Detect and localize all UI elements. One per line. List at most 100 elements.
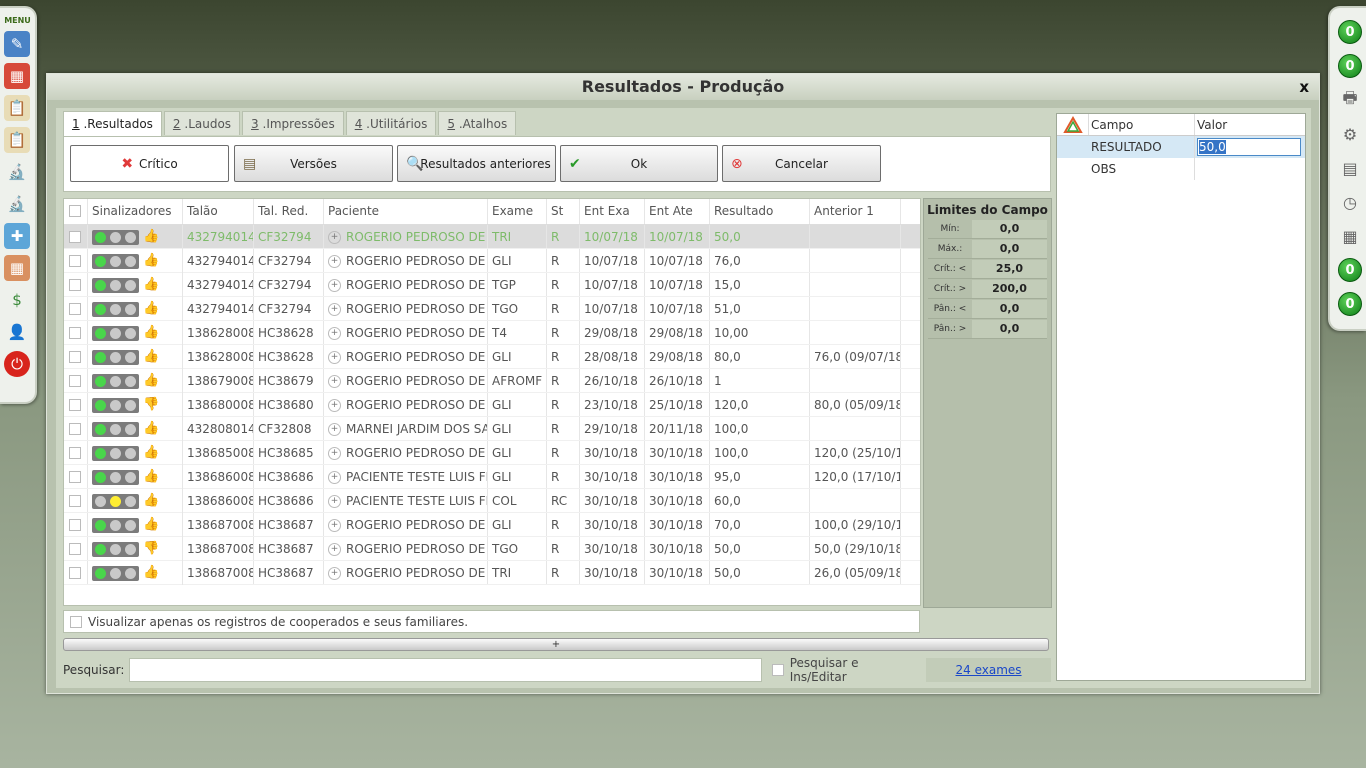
row-checkbox[interactable] bbox=[69, 567, 81, 579]
table-row[interactable]: 👍 138628008 HC38628 + ROGERIO PEDROSO DE F GL… bbox=[64, 345, 920, 369]
row-checkbox[interactable] bbox=[69, 399, 81, 411]
row-checkbox[interactable] bbox=[69, 279, 81, 291]
table-row[interactable]: 👍 138628008 HC38628 + ROGERIO PEDROSO DE F T4… bbox=[64, 321, 920, 345]
expand-row-icon[interactable]: + bbox=[328, 327, 341, 340]
exams-count-link[interactable]: 24 exames bbox=[926, 658, 1051, 682]
tab-laudos[interactable]: 2 .Laudos bbox=[163, 111, 241, 135]
col-anterior-1[interactable]: Anterior 1 bbox=[810, 199, 901, 224]
col-tal-red[interactable]: Tal. Red. bbox=[254, 199, 324, 224]
field-value[interactable] bbox=[1195, 158, 1305, 180]
critico-button[interactable]: ✖ Crítico bbox=[70, 145, 229, 182]
search-input[interactable] bbox=[129, 658, 762, 682]
row-checkbox[interactable] bbox=[69, 447, 81, 459]
notification-badge-3[interactable]: 0 bbox=[1338, 258, 1362, 282]
table-row[interactable]: 👍 138686008 HC38686 + PACIENTE TESTE LUIS FE… bbox=[64, 489, 920, 513]
table-row[interactable]: 👍 138685008 HC38685 + ROGERIO PEDROSO DE F GL… bbox=[64, 441, 920, 465]
col-exame[interactable]: Exame bbox=[488, 199, 547, 224]
versoes-button[interactable]: ▤ Versões bbox=[234, 145, 393, 182]
expand-row-icon[interactable]: + bbox=[328, 447, 341, 460]
field-row-obs[interactable]: OBS bbox=[1057, 158, 1305, 180]
gear-icon[interactable]: ⚙ bbox=[1338, 122, 1362, 146]
x-icon: ✖ bbox=[121, 155, 134, 172]
row-checkbox[interactable] bbox=[69, 471, 81, 483]
col-ent-exa[interactable]: Ent Exa bbox=[580, 199, 645, 224]
expand-row-icon[interactable]: + bbox=[328, 567, 341, 580]
calculator-icon[interactable]: ▦ bbox=[1338, 224, 1362, 248]
search-edit-checkbox[interactable] bbox=[771, 664, 784, 676]
cooperados-checkbox[interactable] bbox=[70, 615, 82, 628]
cooperados-filter-label: Visualizar apenas os registros de cooper… bbox=[88, 614, 469, 629]
row-checkbox[interactable] bbox=[69, 351, 81, 363]
tab-atalhos[interactable]: 5 .Atalhos bbox=[438, 111, 517, 135]
col-ent-ate[interactable]: Ent Ate bbox=[645, 199, 710, 224]
expand-row-icon[interactable]: + bbox=[328, 543, 341, 556]
col-paciente[interactable]: Paciente bbox=[324, 199, 488, 224]
expand-row-icon[interactable]: + bbox=[328, 375, 341, 388]
money-icon[interactable]: $ bbox=[4, 287, 30, 313]
user-icon[interactable]: 👤 bbox=[4, 319, 30, 345]
medicine-box-icon[interactable]: ✚ bbox=[4, 223, 30, 249]
expand-row-icon[interactable]: + bbox=[328, 231, 341, 244]
notification-badge-1[interactable]: 0 bbox=[1338, 20, 1362, 44]
expand-row-icon[interactable]: + bbox=[328, 351, 341, 364]
col-st[interactable]: St bbox=[547, 199, 580, 224]
table-row[interactable]: 👍 138687008 HC38687 + ROGERIO PEDROSO DE F GL… bbox=[64, 513, 920, 537]
notification-badge-2[interactable]: 0 bbox=[1338, 54, 1362, 78]
tab-resultados[interactable]: 1 .Resultados bbox=[63, 111, 162, 137]
microscope-icon[interactable]: 🔬 bbox=[4, 159, 30, 185]
expand-button[interactable]: + bbox=[63, 638, 1049, 651]
cooperados-filter[interactable]: Visualizar apenas os registros de cooper… bbox=[63, 610, 920, 633]
close-button[interactable]: x bbox=[1299, 74, 1309, 100]
clipboard-list-icon[interactable]: 📋 bbox=[4, 127, 30, 153]
row-checkbox[interactable] bbox=[69, 543, 81, 555]
row-checkbox[interactable] bbox=[69, 255, 81, 267]
table-row[interactable]: 👎 138680008 HC38680 + ROGERIO PEDROSO DE F GL… bbox=[64, 393, 920, 417]
table-row[interactable]: 👍 432794014 CF32794 + ROGERIO PEDROSO DE F TR… bbox=[64, 225, 920, 249]
limit-min: Mín: 0,0 bbox=[928, 219, 1047, 239]
cancelar-button[interactable]: ⊗ Cancelar bbox=[722, 145, 881, 182]
ok-button[interactable]: ✔ Ok bbox=[560, 145, 718, 182]
expand-row-icon[interactable]: + bbox=[328, 303, 341, 316]
row-checkbox[interactable] bbox=[69, 519, 81, 531]
table-row[interactable]: 👍 138686008 HC38686 + PACIENTE TESTE LUIS FE… bbox=[64, 465, 920, 489]
row-checkbox[interactable] bbox=[69, 327, 81, 339]
calendar-grid-icon[interactable]: ▦ bbox=[4, 255, 30, 281]
select-all-checkbox[interactable] bbox=[64, 199, 88, 224]
expand-row-icon[interactable]: + bbox=[328, 495, 341, 508]
col-resultado[interactable]: Resultado bbox=[710, 199, 810, 224]
calendar-icon[interactable]: ▦ bbox=[4, 63, 30, 89]
edit-icon[interactable]: ✎ bbox=[4, 31, 30, 57]
expand-row-icon[interactable]: + bbox=[328, 399, 341, 412]
microscope-2-icon[interactable]: 🔬 bbox=[4, 191, 30, 217]
value-input[interactable]: 50,0 bbox=[1197, 138, 1301, 156]
row-checkbox[interactable] bbox=[69, 375, 81, 387]
row-checkbox[interactable] bbox=[69, 303, 81, 315]
expand-row-icon[interactable]: + bbox=[328, 423, 341, 436]
row-checkbox[interactable] bbox=[69, 495, 81, 507]
expand-row-icon[interactable]: + bbox=[328, 255, 341, 268]
expand-row-icon[interactable]: + bbox=[328, 471, 341, 484]
table-row[interactable]: 👍 138679008 HC38679 + ROGERIO PEDROSO DE F AF… bbox=[64, 369, 920, 393]
tab-impressoes[interactable]: 3 .Impressões bbox=[242, 111, 344, 135]
clipboard-icon[interactable]: 📋 bbox=[4, 95, 30, 121]
paper-stack-icon[interactable]: ▤ bbox=[1338, 156, 1362, 180]
table-row[interactable]: 👎 138687008 HC38687 + ROGERIO PEDROSO DE F TG… bbox=[64, 537, 920, 561]
table-row[interactable]: 👍 138687008 HC38687 + ROGERIO PEDROSO DE F TR… bbox=[64, 561, 920, 585]
table-row[interactable]: 👍 432794014 CF32794 + ROGERIO PEDROSO DE F GL… bbox=[64, 249, 920, 273]
field-row-resultado[interactable]: RESULTADO 50,0 bbox=[1057, 136, 1305, 158]
table-row[interactable]: 👍 432794014 CF32794 + ROGERIO PEDROSO DE F TG… bbox=[64, 273, 920, 297]
col-talao[interactable]: Talão bbox=[183, 199, 254, 224]
expand-row-icon[interactable]: + bbox=[328, 279, 341, 292]
table-row[interactable]: 👍 432794014 CF32794 + ROGERIO PEDROSO DE F TG… bbox=[64, 297, 920, 321]
expand-row-icon[interactable]: + bbox=[328, 519, 341, 532]
notification-badge-4[interactable]: 0 bbox=[1338, 292, 1362, 316]
row-checkbox[interactable] bbox=[69, 231, 81, 243]
tab-utilitarios[interactable]: 4 .Utilitários bbox=[345, 111, 437, 135]
clock-icon[interactable]: ◷ bbox=[1338, 190, 1362, 214]
power-icon[interactable]: ⏻ bbox=[4, 351, 30, 377]
col-sinalizadores[interactable]: Sinalizadores bbox=[88, 199, 183, 224]
resultados-anteriores-button[interactable]: 🔍 Resultados anteriores bbox=[397, 145, 556, 182]
row-checkbox[interactable] bbox=[69, 423, 81, 435]
table-row[interactable]: 👍 432808014 CF32808 + MARNEI JARDIM DOS SA GL… bbox=[64, 417, 920, 441]
printer-icon[interactable]: 🖶 bbox=[1338, 88, 1362, 112]
